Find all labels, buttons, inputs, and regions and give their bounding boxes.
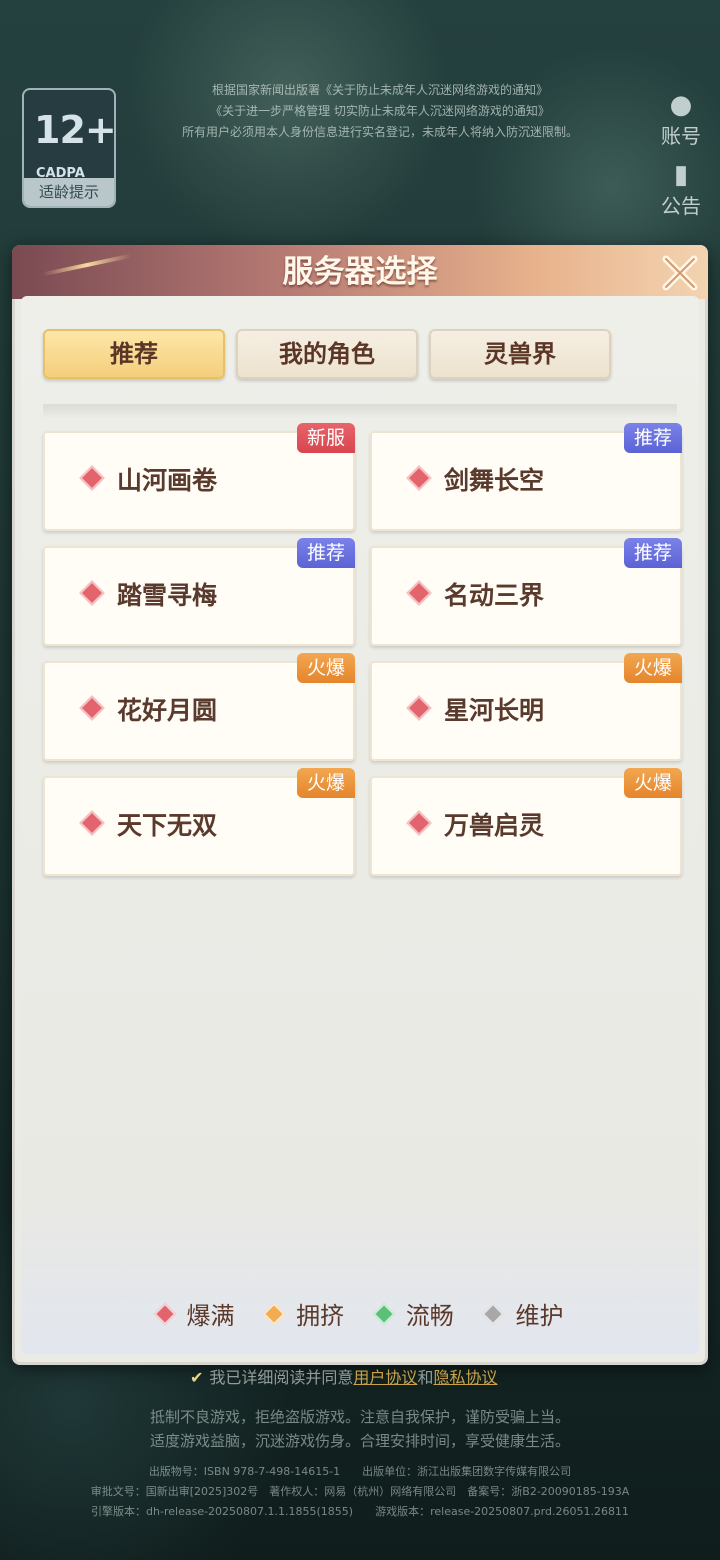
announcement-icon: ▮: [673, 160, 689, 190]
server-tag: 推荐: [296, 538, 355, 568]
legend-label: 拥挤: [296, 1302, 345, 1330]
age-rating-number: 12+: [34, 108, 117, 152]
server-tag: 火爆: [296, 768, 355, 798]
server-tag: 推荐: [623, 538, 682, 568]
status-full-icon: [406, 810, 432, 836]
legend-item-crowded: 拥挤: [262, 1296, 345, 1331]
dialog-body: 推荐 我的角色 灵兽界 山河画卷 新服 剑舞长空 推荐 踏雪寻梅 推荐 名动三界…: [21, 296, 699, 1354]
server-name: 万兽启灵: [444, 811, 545, 840]
health-notice-1: 抵制不良游戏，拒绝盗版游戏。注意自我保护，谨防受骗上当。: [149, 1408, 570, 1426]
server-tag: 火爆: [623, 653, 682, 683]
legend-label: 流畅: [405, 1302, 454, 1330]
close-button[interactable]: [656, 249, 704, 297]
dialog-header: 服务器选择: [12, 245, 708, 299]
server-card[interactable]: 花好月圆 火爆: [43, 653, 355, 761]
server-name: 花好月圆: [117, 696, 218, 725]
legend-item-full: 爆满: [153, 1296, 235, 1331]
server-name: 星河长明: [444, 696, 545, 725]
server-card[interactable]: 万兽启灵 火爆: [370, 768, 682, 876]
status-maintenance-icon: [482, 1302, 505, 1326]
server-card[interactable]: 踏雪寻梅 推荐: [43, 538, 355, 646]
server-tag: 推荐: [623, 423, 682, 453]
dialog-title: 服务器选择: [282, 254, 438, 290]
status-full-icon: [406, 695, 432, 721]
status-full-icon: [79, 695, 105, 721]
announcement-label: 公告: [661, 194, 701, 218]
age-rating-badge[interactable]: 12+ CADPA 适龄提示: [22, 88, 117, 208]
notice-line: 《关于进一步严格管理 切实防止未成年人沉迷网络游戏的通知》: [210, 104, 550, 118]
status-full-icon: [79, 465, 105, 491]
server-name: 剑舞长空: [444, 466, 545, 495]
legend-item-maintenance: 维护: [482, 1296, 564, 1331]
server-card[interactable]: 名动三界 推荐: [370, 538, 682, 646]
health-notice-2: 适度游戏益脑，沉迷游戏伤身。合理安排时间，享受健康生活。: [149, 1432, 570, 1450]
server-tag: 火爆: [623, 768, 682, 798]
user-agreement-link[interactable]: 用户协议: [353, 1368, 417, 1387]
account-button[interactable]: ● 账号: [656, 90, 706, 149]
status-full-icon: [79, 580, 105, 606]
age-rating-tip: 适龄提示: [24, 178, 114, 206]
status-full-icon: [406, 580, 432, 606]
server-name: 踏雪寻梅: [117, 581, 218, 610]
tab-divider: [43, 404, 677, 418]
server-card[interactable]: 天下无双 火爆: [43, 768, 355, 876]
anti-addiction-notice: 根据国家新闻出版署《关于防止未成年人沉迷网络游戏的通知》 《关于进一步严格管理 …: [120, 80, 640, 143]
legend-label: 维护: [515, 1302, 564, 1330]
server-select-dialog: 服务器选择 推荐 我的角色 灵兽界 山河画卷 新服 剑舞长空 推荐 踏雪寻梅 推…: [12, 245, 708, 1365]
approval-info: 审批文号：国新出审[2025]302号 著作权人：网易（杭州）网络有限公司 备案…: [90, 1485, 630, 1498]
status-full-icon: [79, 810, 105, 836]
close-icon: [662, 255, 698, 291]
checkbox-checked-icon[interactable]: ✔: [190, 1368, 203, 1387]
tab-spirit-realm[interactable]: 灵兽界: [429, 329, 611, 379]
version-info: 引擎版本：dh-release-20250807.1.1.1855(1855) …: [91, 1505, 629, 1518]
server-name: 山河画卷: [117, 466, 218, 495]
server-card[interactable]: 山河画卷 新服: [43, 423, 355, 531]
server-tag: 新服: [296, 423, 355, 453]
agree-prefix: 我已详细阅读并同意: [209, 1368, 354, 1387]
account-label: 账号: [661, 124, 701, 148]
tab-my-characters[interactable]: 我的角色: [236, 329, 418, 379]
notice-line: 根据国家新闻出版署《关于防止未成年人沉迷网络游戏的通知》: [211, 83, 548, 97]
server-name: 天下无双: [117, 811, 218, 840]
server-card[interactable]: 星河长明 火爆: [370, 653, 682, 761]
announcement-button[interactable]: ▮ 公告: [656, 160, 706, 219]
legend-label: 爆满: [186, 1302, 235, 1330]
agreement-row[interactable]: ✔ 我已详细阅读并同意用户协议和隐私协议: [190, 1364, 497, 1388]
status-smooth-icon: [372, 1302, 396, 1326]
notice-line: 所有用户必须用本人身份信息进行实名登记，未成年人将纳入防沉迷限制。: [181, 125, 578, 139]
legend-item-smooth: 流畅: [372, 1296, 454, 1331]
status-full-icon: [153, 1302, 176, 1326]
status-crowded-icon: [262, 1302, 286, 1326]
server-tag: 火爆: [296, 653, 355, 683]
status-full-icon: [406, 465, 432, 491]
status-legend: 爆满 拥挤 流畅 维护: [21, 1296, 699, 1331]
publish-info: 出版物号：ISBN 978-7-498-14615-1 出版单位：浙江出版集团数…: [148, 1465, 572, 1478]
account-icon: ●: [669, 90, 693, 120]
server-name: 名动三界: [444, 581, 545, 610]
tab-recommended[interactable]: 推荐: [43, 329, 225, 379]
privacy-policy-link[interactable]: 隐私协议: [433, 1368, 497, 1387]
agree-and: 和: [417, 1368, 434, 1387]
server-card[interactable]: 剑舞长空 推荐: [370, 423, 682, 531]
